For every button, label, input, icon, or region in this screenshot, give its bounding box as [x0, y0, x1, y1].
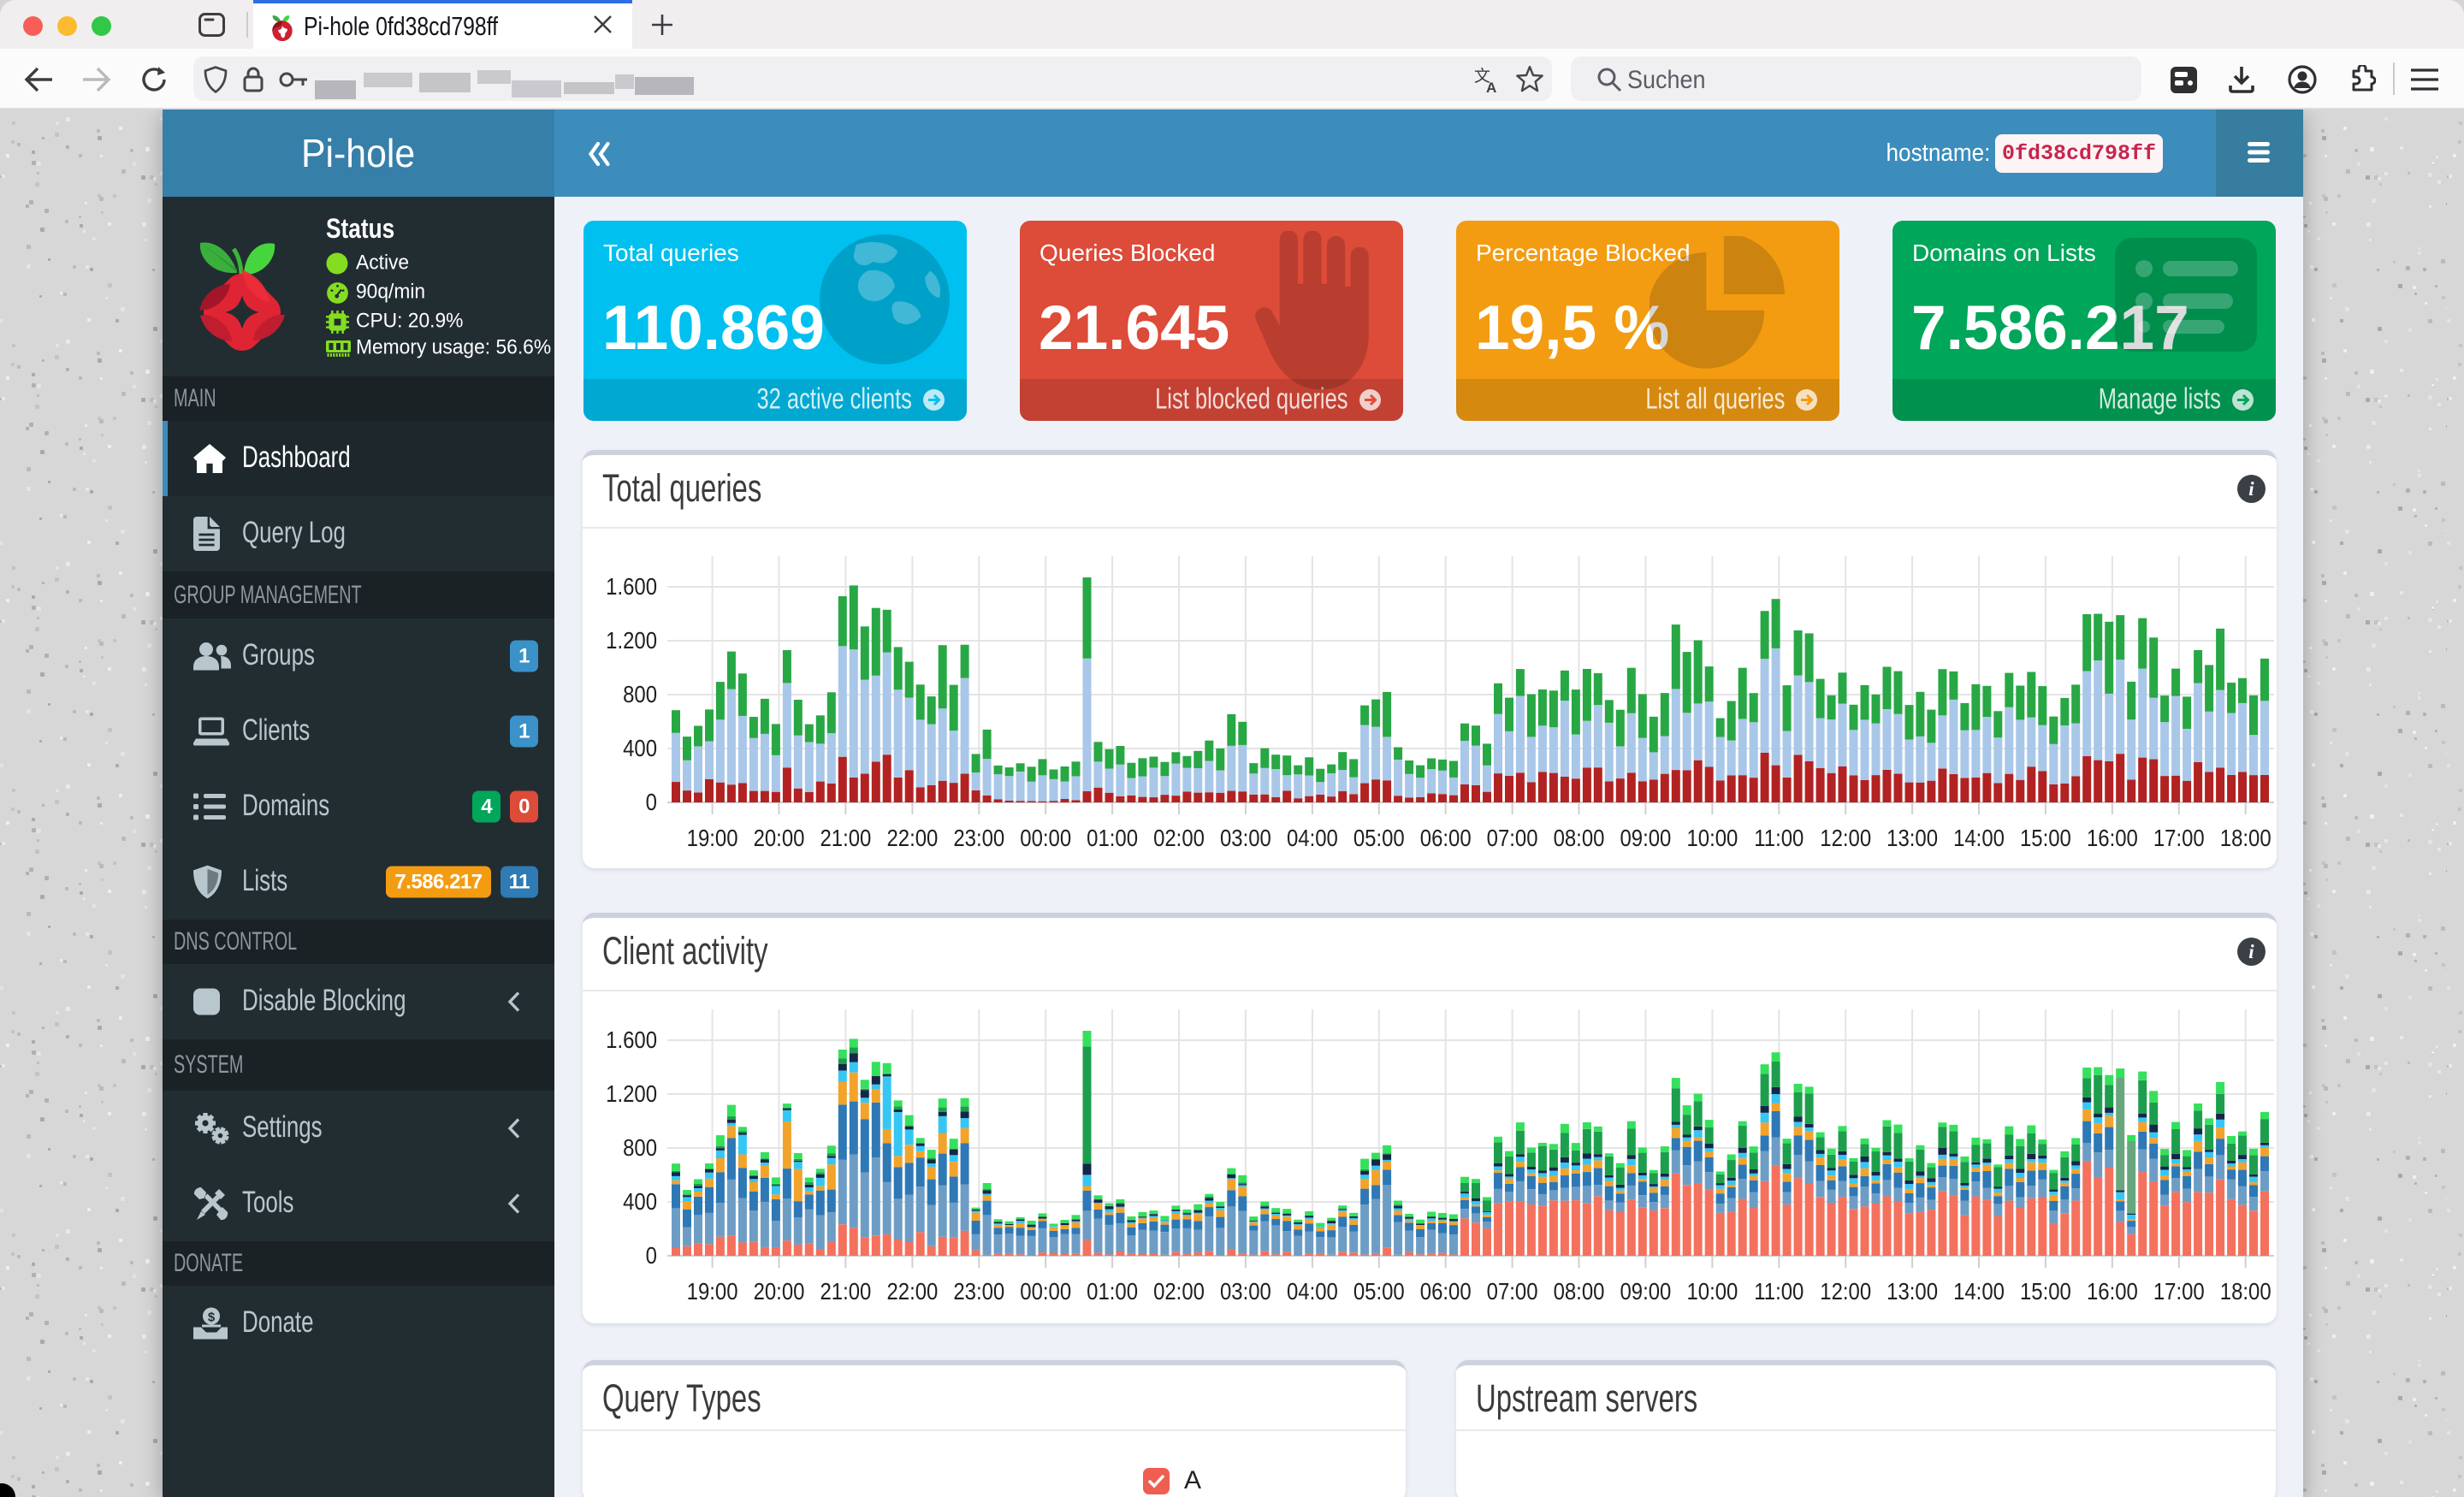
svg-text:$: $: [208, 1311, 216, 1325]
svg-text:A: A: [1486, 80, 1496, 94]
